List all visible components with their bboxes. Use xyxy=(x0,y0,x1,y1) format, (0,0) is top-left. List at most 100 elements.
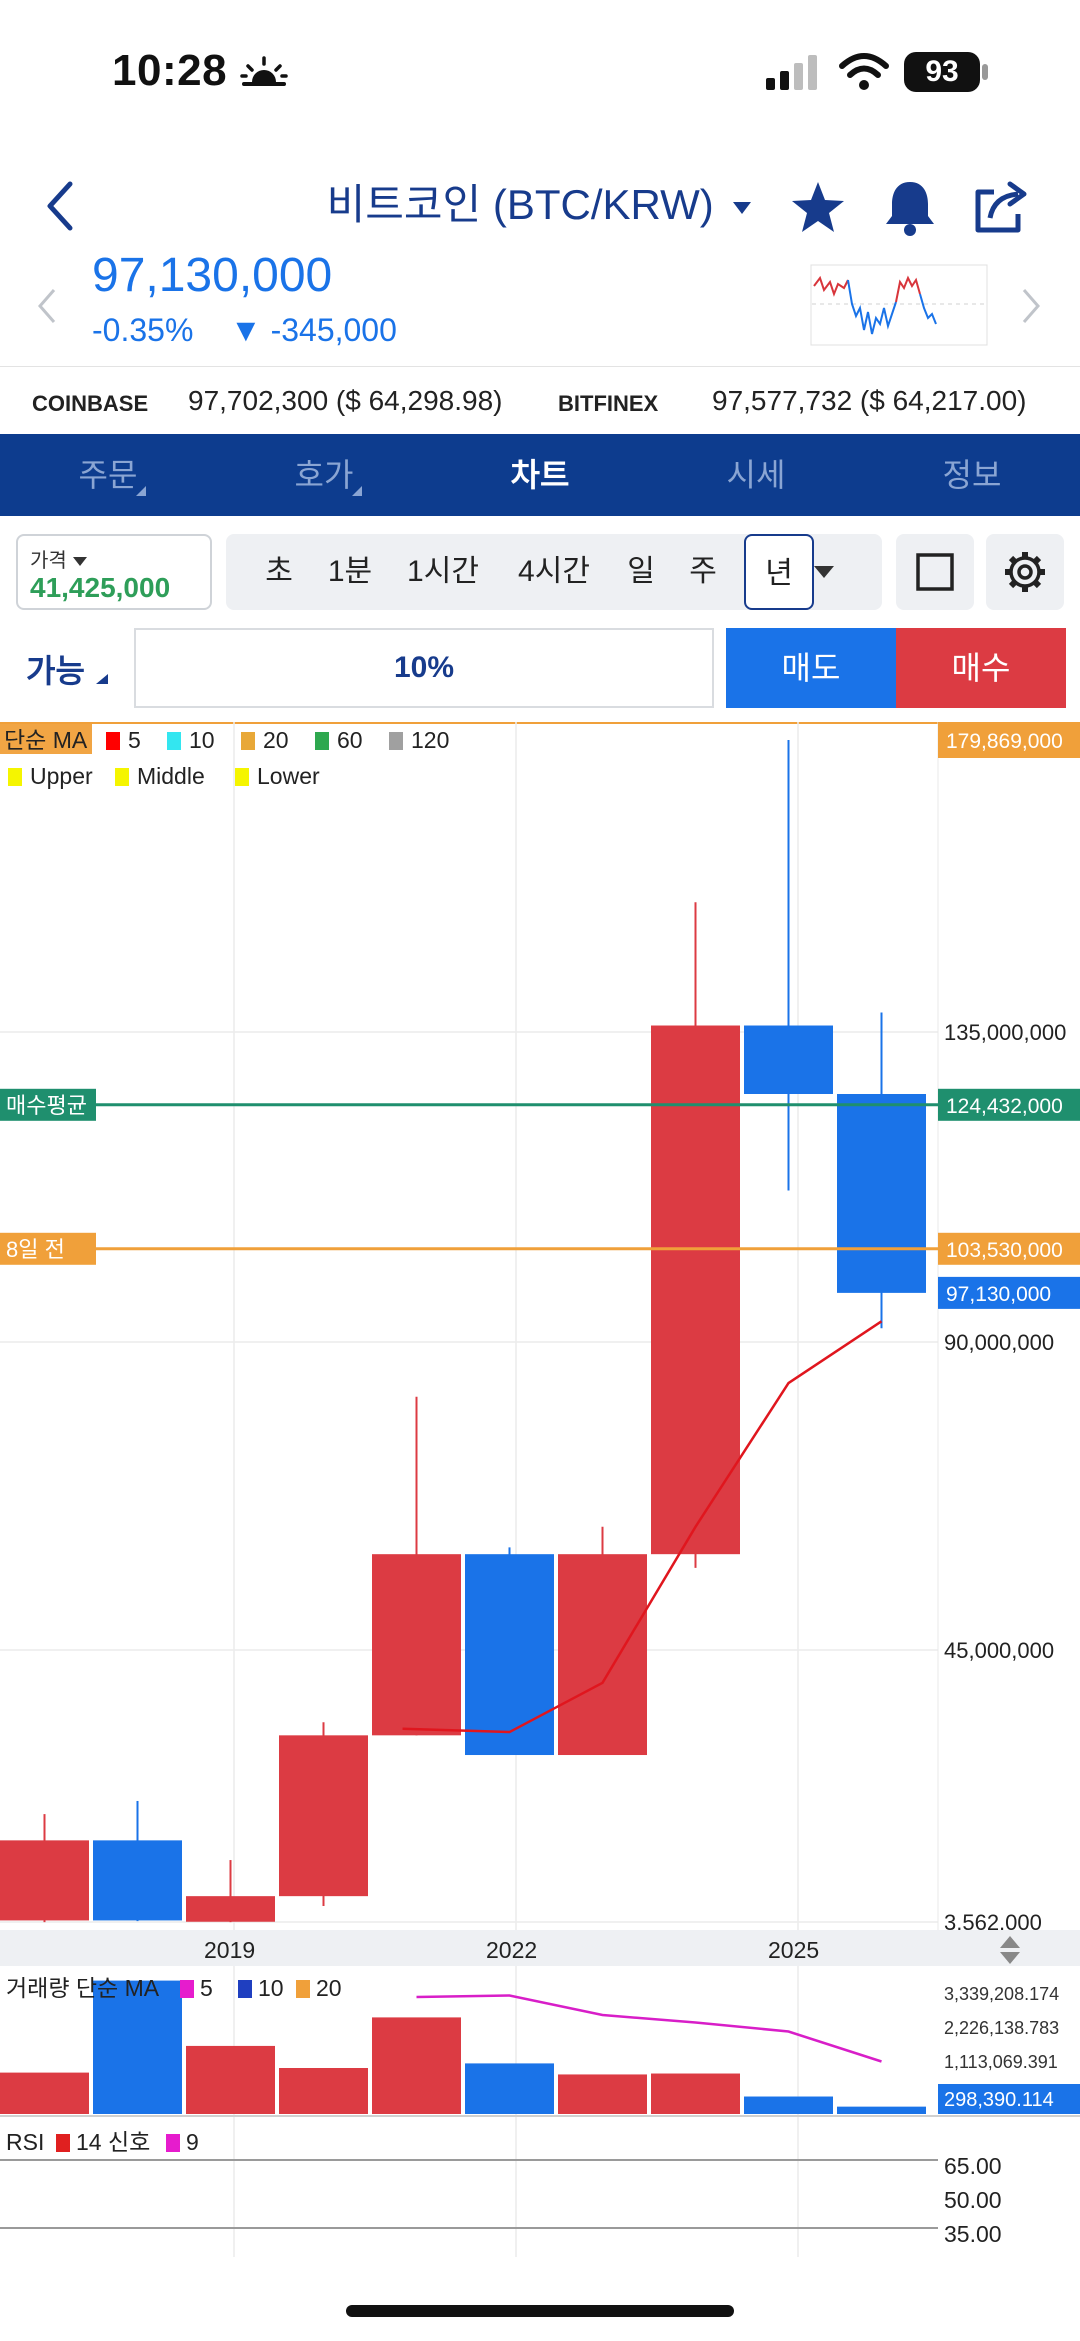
volume-bar[interactable] xyxy=(837,2106,926,2114)
candle[interactable] xyxy=(279,1735,368,1897)
top-price-value: 179,869,000 xyxy=(946,730,1063,753)
exchange-value: 97,702,300 ($ 64,298.98) xyxy=(188,385,503,416)
volume-bar[interactable] xyxy=(279,2068,368,2114)
volume-tick-label: 1,113,069.391 xyxy=(944,2052,1058,2072)
price-line-label: 8일 전 xyxy=(6,1237,65,1262)
dropdown-caret-icon xyxy=(73,557,88,566)
tab-label: 정보 xyxy=(942,457,1002,493)
rsi-tick-label: 65.00 xyxy=(944,2153,1002,2179)
volume-ma-line xyxy=(416,1994,882,2063)
timeframe-7[interactable]: 년 xyxy=(744,534,814,610)
percent-input[interactable]: 10% xyxy=(134,628,714,708)
buy-button[interactable]: 매수 xyxy=(896,628,1066,708)
change-percent: -0.35% xyxy=(92,312,194,348)
current-price: 97,130,000 xyxy=(92,249,333,302)
ma-legend-swatch xyxy=(167,732,181,750)
sell-button[interactable]: 매도 xyxy=(726,628,896,708)
share-icon[interactable] xyxy=(972,178,1030,236)
current-price-value: 97,130,000 xyxy=(946,1283,1051,1306)
candle[interactable] xyxy=(744,1025,833,1094)
volume-bar[interactable] xyxy=(186,2045,275,2114)
candle[interactable] xyxy=(93,1840,182,1921)
tab-3[interactable]: 차트 xyxy=(440,434,640,516)
volume-tick-label: 2,226,138.783 xyxy=(944,2018,1059,2038)
volume-bar[interactable] xyxy=(0,2072,89,2114)
timeframe-1[interactable]: 초 xyxy=(252,534,306,610)
tab-5[interactable]: 정보 xyxy=(872,434,1072,516)
gear-icon xyxy=(1005,552,1045,592)
timeframe-3[interactable]: 1시간 xyxy=(398,534,488,610)
candle[interactable] xyxy=(0,1840,89,1921)
volume-current-value: 298,390.114 xyxy=(944,2089,1054,2111)
volume-bar[interactable] xyxy=(744,2096,833,2114)
rsi-legend-item: 14 신호 xyxy=(76,2129,150,2155)
x-tick-label: 2025 xyxy=(768,1937,819,1963)
battery-tip xyxy=(982,64,988,80)
price-line-label: 매수평균 xyxy=(6,1093,87,1118)
volume-legend-item: 10 xyxy=(258,1975,284,2001)
candle[interactable] xyxy=(558,1554,647,1756)
status-bar: 10:28 93 xyxy=(0,0,1080,150)
volume-legend-label: 거래량 단순 MA xyxy=(6,1975,160,2001)
tab-2[interactable]: 호가 xyxy=(224,434,424,516)
prev-coin-icon[interactable] xyxy=(34,286,58,326)
tab-label: 호가 xyxy=(294,457,354,493)
timeframe-6[interactable]: 주 xyxy=(678,534,728,610)
exchange-name: BITFINEX xyxy=(558,391,659,416)
tab-label: 차트 xyxy=(510,457,570,493)
more-timeframes-icon[interactable] xyxy=(812,564,836,580)
candle[interactable] xyxy=(372,1554,461,1736)
bell-icon[interactable] xyxy=(882,178,938,238)
settings-button[interactable] xyxy=(986,534,1064,610)
volume-bar[interactable] xyxy=(558,2074,647,2114)
home-indicator[interactable] xyxy=(346,2305,734,2317)
timeframe-5[interactable]: 일 xyxy=(616,534,666,610)
volume-legend-swatch xyxy=(180,1980,194,1998)
volume-bar[interactable] xyxy=(372,2017,461,2114)
rsi-legend-item: 9 xyxy=(186,2129,199,2155)
volume-bar[interactable] xyxy=(651,2073,740,2114)
exchange-value: 97,577,732 ($ 64,217.00) xyxy=(712,385,1027,416)
timeframe-4[interactable]: 4시간 xyxy=(504,534,604,610)
price-chart[interactable]: 매수평균 124,432,000 8일 전 103,530,000 179,869,00… xyxy=(0,722,1080,2262)
volume-bar[interactable] xyxy=(465,2063,554,2114)
ma-legend-item: 5 xyxy=(128,727,141,753)
available-selector[interactable]: 가능 xyxy=(26,646,110,692)
rsi-legend-swatch xyxy=(166,2134,180,2152)
drawing-tool-button[interactable] xyxy=(896,534,974,610)
tab-1[interactable]: 주문 xyxy=(8,434,208,516)
chart-toolbar: 가격 41,425,000 초 1분 1시간 4시간 일 주 년 xyxy=(0,520,1080,620)
next-coin-icon[interactable] xyxy=(1020,286,1044,326)
app-header: 비트코인 (BTC/KRW) xyxy=(0,150,1080,260)
rsi-tick-label: 50.00 xyxy=(944,2187,1002,2213)
price-selector-value: 41,425,000 xyxy=(30,572,171,603)
star-icon[interactable] xyxy=(790,180,846,236)
rsi-legend-label: RSI xyxy=(6,2129,44,2155)
tab-4[interactable]: 시세 xyxy=(656,434,856,516)
ma-legend-swatch xyxy=(106,732,120,750)
y-tick-label: 45,000,000 xyxy=(944,1638,1054,1663)
bb-legend-swatch xyxy=(115,768,129,786)
mini-chart-thumbnail[interactable] xyxy=(810,264,988,346)
bb-legend-item: Lower xyxy=(257,763,320,789)
candle[interactable] xyxy=(465,1554,554,1756)
ma-legend-swatch xyxy=(241,732,255,750)
ma-legend-swatch xyxy=(389,732,403,750)
volume-legend-item: 5 xyxy=(200,1975,213,2001)
y-tick-label: 90,000,000 xyxy=(944,1330,1054,1355)
bb-legend-swatch xyxy=(235,768,249,786)
x-tick-label: 2022 xyxy=(486,1937,537,1963)
candle[interactable] xyxy=(186,1896,275,1922)
tab-label: 시세 xyxy=(726,457,786,493)
price-line-value: 103,530,000 xyxy=(946,1239,1063,1262)
bb-legend-item: Middle xyxy=(137,763,205,789)
bb-legend-item: Upper xyxy=(30,763,93,789)
rsi-tick-label: 35.00 xyxy=(944,2221,1002,2247)
ma-legend-item: 60 xyxy=(337,727,363,753)
main-tabs: 주문 호가 차트 시세 정보 xyxy=(0,434,1080,516)
price-line-value: 124,432,000 xyxy=(946,1095,1063,1118)
ma-legend-item: 120 xyxy=(411,727,449,753)
candle[interactable] xyxy=(837,1094,926,1293)
timeframe-2[interactable]: 1분 xyxy=(316,534,384,610)
price-selector[interactable]: 가격 41,425,000 xyxy=(16,534,212,610)
